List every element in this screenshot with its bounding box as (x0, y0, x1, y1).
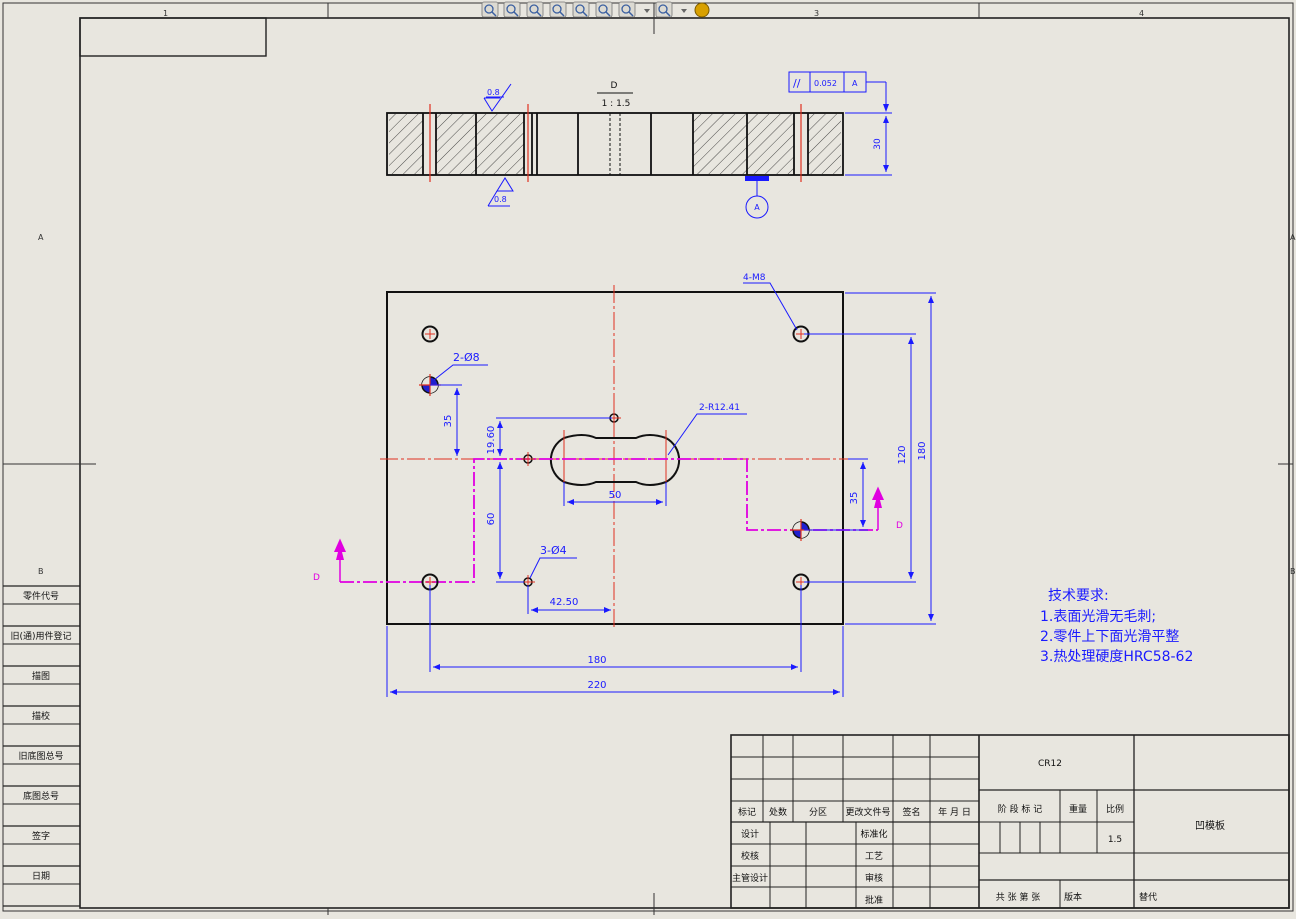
cut-label-left: D (313, 573, 320, 583)
zone-label-1: 1 (163, 9, 168, 18)
label-4-m8: 4-M8 (743, 273, 766, 283)
roughness-top-value: 0.8 (487, 88, 500, 97)
section-hatch-5 (747, 114, 794, 174)
notes-title: 技术要求: (1048, 588, 1109, 604)
revision-header: 标记 (738, 806, 756, 818)
signature-row-label: 设计 (741, 828, 759, 840)
notes-item-1: 1.表面光滑无毛刺; (1040, 608, 1156, 625)
section-hatch-4 (693, 114, 747, 174)
revision-header: 更改文件号 (845, 806, 890, 818)
revision-header: 分区 (809, 807, 827, 818)
signature-row-label: 校核 (741, 850, 759, 862)
dim-60: 60 (486, 513, 497, 526)
weight-header: 重量 (1069, 803, 1087, 815)
zoom-to-area-icon[interactable] (503, 1, 521, 18)
revision-header: 年 月 日 (938, 806, 971, 818)
sheet-background (0, 0, 1296, 915)
zone-label-4: 4 (1139, 9, 1144, 18)
section-hatch-1 (389, 114, 423, 174)
label-2-d8: 2-Ø8 (453, 351, 480, 364)
dim-35-right: 35 (849, 492, 860, 505)
version-label: 版本 (1064, 891, 1082, 903)
left-stamp-label: 日期 (32, 871, 50, 882)
approval-row-label: 标准化 (860, 828, 887, 840)
left-stamp-label: 描图 (32, 670, 50, 682)
notes-item-3: 3.热处理硬度HRC58-62 (1040, 649, 1193, 665)
gdt-tolerance: 0.052 (814, 79, 837, 88)
material-label: CR12 (1038, 759, 1062, 769)
drawing-viewport[interactable]: 1 3 4 A B A B 零件代号旧(通)用件登记 描图描校旧底图总号底图总号签… (0, 0, 1296, 915)
approval-row-label: 批准 (865, 894, 883, 906)
section-hatch-2 (436, 114, 476, 174)
label-2-r12: 2-R12.41 (699, 403, 740, 413)
replaces-label: 替代 (1139, 891, 1157, 903)
left-stamp-label: 零件代号 (23, 590, 59, 602)
cut-label-right: D (896, 521, 903, 531)
left-stamp-label: 底图总号 (23, 790, 59, 802)
dim-180-vertical: 180 (917, 441, 928, 460)
scale-value: 1.5 (1108, 835, 1122, 845)
view-orientation-icon[interactable] (595, 1, 613, 18)
select-icon[interactable] (549, 1, 567, 18)
section-hatch-6 (808, 114, 841, 174)
datum-feature-triangle (745, 176, 769, 181)
dim-220: 220 (587, 680, 606, 691)
zone-label-b: B (38, 567, 44, 576)
stage-mark-header: 阶 段 标 记 (998, 803, 1043, 815)
zone-label-b-right: B (1290, 567, 1296, 576)
zoom-in-out-icon[interactable] (526, 1, 544, 18)
display-style-icon[interactable] (618, 1, 636, 18)
thickness-value: 30 (873, 138, 883, 150)
sheet-count: 共 张 第 张 (996, 891, 1041, 903)
drawing-sheet: 1 3 4 A B A B 零件代号旧(通)用件登记描图描校旧底图总号底图总号签… (0, 0, 1296, 915)
dim-50: 50 (609, 490, 622, 501)
section-scale: 1 : 1.5 (602, 99, 631, 109)
zone-label-a-right: A (1290, 233, 1296, 242)
scale-header: 比例 (1106, 803, 1124, 815)
section-label: D (611, 81, 618, 91)
notes-item-2: 2.零件上下面光滑平整 (1040, 628, 1179, 645)
dim-19-60: 19.60 (486, 426, 497, 455)
left-stamp-label: 签字 (32, 830, 50, 842)
datum-label: A (754, 203, 760, 212)
zoom-to-fit-icon[interactable] (481, 1, 499, 18)
gdt-parallelism-symbol: // (793, 77, 801, 90)
signature-row-label: 主管设计 (732, 872, 768, 884)
label-3-d4: 3-Ø4 (540, 544, 567, 557)
section-hatch-3 (476, 114, 524, 174)
hide-show-icon[interactable] (655, 1, 673, 18)
dim-35-left: 35 (443, 415, 454, 428)
left-stamp-label: 描校 (32, 710, 50, 722)
dim-42-50: 42.50 (550, 597, 579, 608)
rotate-icon[interactable] (572, 1, 590, 18)
left-stamp-label: 旧(通)用件登记 (10, 630, 71, 642)
zone-label-a: A (38, 233, 44, 242)
left-stamp-label: 旧底图总号 (18, 750, 63, 762)
revision-header: 处数 (769, 806, 787, 818)
approval-row-label: 工艺 (865, 851, 883, 862)
roughness-bottom-value: 0.8 (494, 195, 507, 204)
gdt-datum-ref: A (852, 79, 858, 88)
dim-120: 120 (897, 445, 908, 464)
approval-row-label: 审核 (865, 872, 883, 884)
revision-header: 签名 (902, 806, 920, 818)
part-name: 凹模板 (1195, 819, 1225, 832)
appearance-icon[interactable] (694, 2, 710, 18)
zone-label-3: 3 (814, 9, 819, 18)
dim-180-horizontal: 180 (587, 655, 606, 666)
